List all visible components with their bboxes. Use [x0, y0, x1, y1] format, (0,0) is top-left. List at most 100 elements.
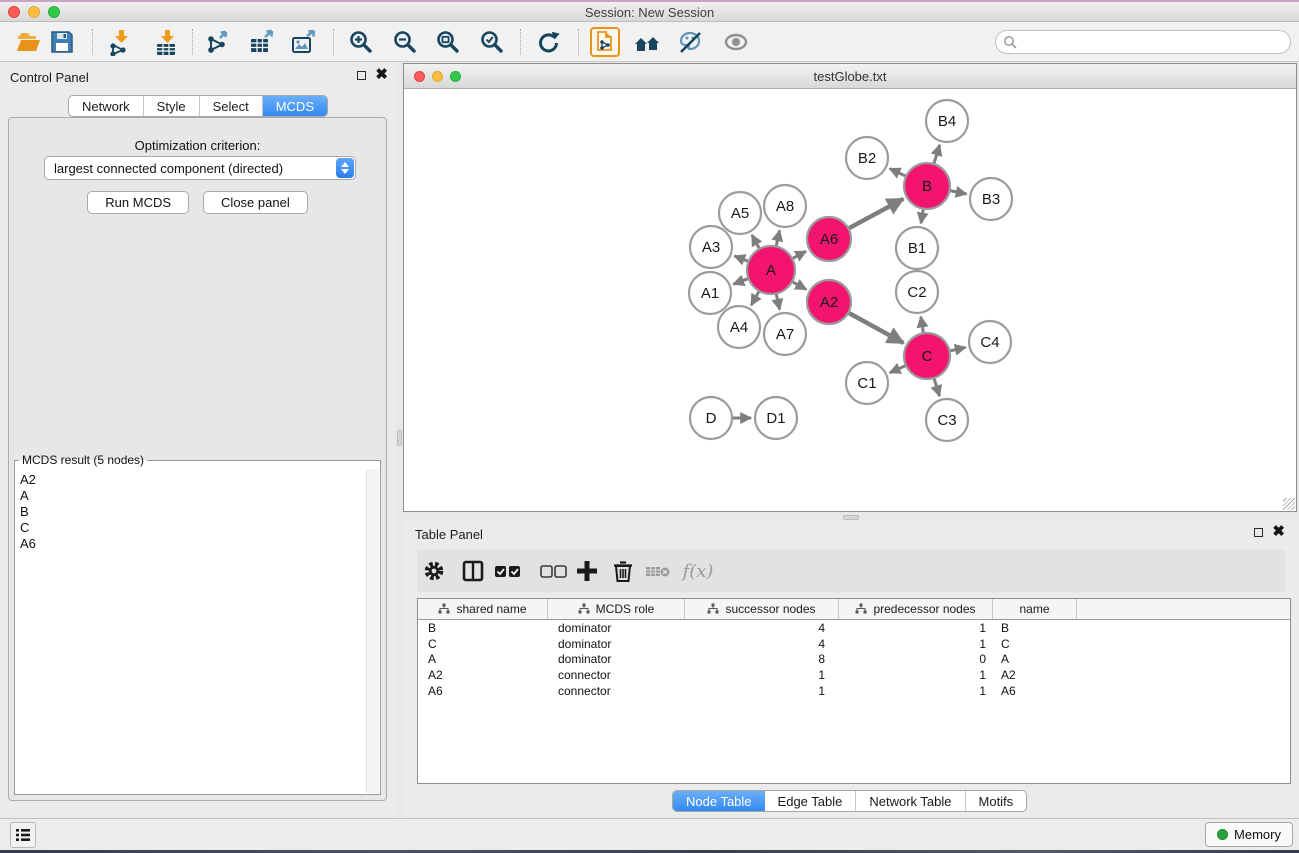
graph-edge-C-C1[interactable]	[890, 366, 905, 373]
save-session-icon[interactable]	[47, 27, 77, 57]
graph-edge-C-C4[interactable]	[950, 347, 965, 350]
zoom-in-icon[interactable]	[346, 27, 376, 57]
toggle-style-icon[interactable]	[675, 27, 705, 57]
close-panel-button[interactable]: Close panel	[203, 191, 308, 214]
graph-edge-A-A3[interactable]	[734, 256, 747, 261]
memory-button[interactable]: Memory	[1205, 822, 1293, 847]
graph-edge-B-B4[interactable]	[934, 145, 940, 163]
result-scrollbar[interactable]	[366, 469, 379, 793]
table-row[interactable]: Bdominator41B	[418, 620, 1290, 636]
table-row[interactable]: A2connector11A2	[418, 667, 1290, 683]
graph-edge-A-A1[interactable]	[733, 279, 747, 284]
table-row[interactable]: A6connector11A6	[418, 683, 1290, 699]
float-panel-icon[interactable]	[357, 71, 366, 80]
mcds-result-item[interactable]: A2	[20, 472, 379, 488]
tab-node-table[interactable]: Node Table	[673, 791, 765, 811]
graph-edge-B-B3[interactable]	[951, 191, 967, 194]
delete-table-icon[interactable]	[643, 556, 673, 586]
table-cell[interactable]: B	[418, 621, 548, 635]
tab-network-table[interactable]: Network Table	[856, 791, 965, 811]
table-cell[interactable]: C	[418, 637, 548, 651]
tab-style[interactable]: Style	[144, 96, 200, 116]
graph-edge-A-A2[interactable]	[793, 282, 806, 289]
table-cell[interactable]: dominator	[548, 621, 685, 635]
show-hide-eye-icon[interactable]	[721, 27, 751, 57]
table-cell[interactable]: A6	[993, 684, 1077, 698]
table-cell[interactable]: 0	[839, 652, 993, 666]
table-cell[interactable]: connector	[548, 684, 685, 698]
export-table-icon[interactable]	[246, 27, 276, 57]
resize-grip-icon[interactable]	[1283, 498, 1295, 510]
table-cell[interactable]: 1	[839, 621, 993, 635]
graph-edge-A-A5[interactable]	[752, 235, 759, 248]
criterion-dropdown[interactable]: largest connected component (directed)	[44, 156, 356, 180]
table-row[interactable]: Adominator80A	[418, 651, 1290, 667]
graph-edge-A-A8[interactable]	[776, 230, 779, 245]
column-header-name[interactable]: name	[993, 599, 1077, 619]
table-cell[interactable]: B	[993, 621, 1077, 635]
table-cell[interactable]: 4	[685, 621, 839, 635]
tab-select[interactable]: Select	[200, 96, 263, 116]
close-panel-icon[interactable]: ✖	[1272, 527, 1285, 537]
table-cell[interactable]: 1	[839, 668, 993, 682]
mcds-result-item[interactable]: A6	[20, 536, 379, 552]
column-header-shared-name[interactable]: shared name	[418, 599, 548, 619]
graph-edge-A6-B[interactable]	[849, 199, 903, 228]
close-panel-icon[interactable]: ✖	[375, 70, 388, 80]
table-cell[interactable]: dominator	[548, 637, 685, 651]
table-options-gear-icon[interactable]	[419, 556, 449, 586]
first-neighbors-icon[interactable]	[632, 27, 662, 57]
zoom-out-icon[interactable]	[390, 27, 420, 57]
import-network-icon[interactable]	[105, 27, 135, 57]
select-all-checkboxes-icon[interactable]	[493, 556, 523, 586]
import-table-icon[interactable]	[151, 27, 181, 57]
tab-edge-table[interactable]: Edge Table	[765, 791, 857, 811]
graph-edge-A-A4[interactable]	[751, 292, 759, 305]
table-cell[interactable]: A2	[418, 668, 548, 682]
table-cell[interactable]: A6	[418, 684, 548, 698]
network-graph[interactable]: AA1A2A3A4A5A6A7A8BB1B2B3B4CC1C2C3C4DD1	[404, 89, 1296, 511]
float-panel-icon[interactable]	[1254, 528, 1263, 537]
graph-edge-B-B1[interactable]	[921, 210, 923, 224]
zoom-selected-icon[interactable]	[477, 27, 507, 57]
mcds-result-item[interactable]: B	[20, 504, 379, 520]
graph-edge-C-C2[interactable]	[921, 317, 923, 333]
refresh-icon[interactable]	[533, 27, 563, 57]
open-file-icon[interactable]	[13, 27, 43, 57]
table-cell[interactable]: 4	[685, 637, 839, 651]
graph-edge-A-A7[interactable]	[776, 294, 779, 309]
tab-mcds[interactable]: MCDS	[263, 96, 327, 116]
tab-motifs[interactable]: Motifs	[966, 791, 1027, 811]
table-cell[interactable]: dominator	[548, 652, 685, 666]
delete-columns-trash-icon[interactable]	[608, 556, 638, 586]
export-image-icon[interactable]	[288, 27, 318, 57]
graph-edge-B-B2[interactable]	[890, 169, 906, 176]
split-divider-grip[interactable]	[397, 430, 402, 446]
graph-edge-A2-C[interactable]	[849, 313, 903, 343]
table-cell[interactable]: 1	[685, 668, 839, 682]
mcds-result-item[interactable]: C	[20, 520, 379, 536]
function-builder-icon[interactable]: f(x)	[683, 556, 713, 586]
add-column-icon[interactable]	[572, 556, 602, 586]
show-columns-icon[interactable]	[458, 556, 488, 586]
table-row[interactable]: Cdominator41C	[418, 636, 1290, 652]
search-input[interactable]	[1017, 35, 1290, 49]
graph-edge-A-A6[interactable]	[793, 251, 806, 258]
table-cell[interactable]: 1	[685, 684, 839, 698]
table-cell[interactable]: A	[418, 652, 548, 666]
zoom-fit-icon[interactable]	[433, 27, 463, 57]
table-cell[interactable]: 1	[839, 684, 993, 698]
column-header-predecessor-nodes[interactable]: predecessor nodes	[839, 599, 993, 619]
new-network-from-selection-icon[interactable]	[590, 27, 620, 57]
mcds-result-item[interactable]: A	[20, 488, 379, 504]
table-cell[interactable]: A2	[993, 668, 1077, 682]
table-cell[interactable]: 1	[839, 637, 993, 651]
table-cell[interactable]: connector	[548, 668, 685, 682]
run-mcds-button[interactable]: Run MCDS	[87, 191, 189, 214]
export-network-icon[interactable]	[203, 27, 233, 57]
column-header-successor-nodes[interactable]: successor nodes	[685, 599, 839, 619]
graph-edge-C-C3[interactable]	[934, 379, 939, 396]
deselect-all-checkboxes-icon[interactable]	[539, 556, 569, 586]
table-cell[interactable]: A	[993, 652, 1077, 666]
network-canvas[interactable]: AA1A2A3A4A5A6A7A8BB1B2B3B4CC1C2C3C4DD1	[404, 89, 1296, 511]
